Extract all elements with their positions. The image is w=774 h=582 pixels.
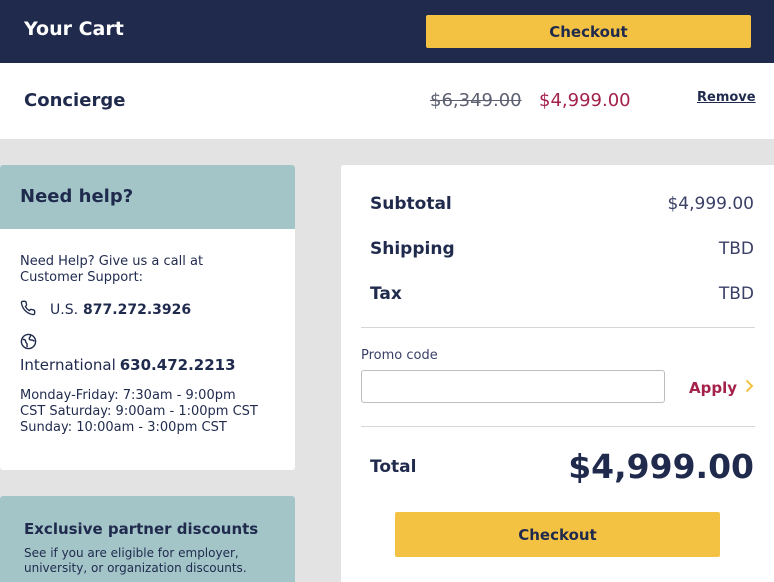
total-row: Total $4,999.00	[370, 447, 754, 486]
us-phone-row: U.S. 877.272.3926	[20, 300, 191, 320]
cart-item-row: Concierge $6,349.00 $4,999.00 Remove	[0, 63, 774, 139]
shipping-row: Shipping TBD	[370, 239, 754, 259]
cart-item-name: Concierge	[24, 90, 126, 111]
subtotal-label: Subtotal	[370, 194, 452, 214]
order-summary: Subtotal $4,999.00 Shipping TBD Tax TBD …	[341, 165, 774, 582]
remove-link[interactable]: Remove	[697, 90, 756, 105]
help-card: Need help? Need Help? Give us a call at …	[0, 165, 295, 470]
partner-text: See if you are eligible for employer, un…	[24, 546, 247, 575]
promo-label: Promo code	[361, 348, 438, 363]
shipping-label: Shipping	[370, 239, 455, 259]
support-hours: Monday-Friday: 7:30am - 9:00pm CST Satur…	[20, 388, 258, 435]
help-heading: Need help?	[20, 186, 134, 207]
apply-label: Apply	[689, 379, 738, 397]
tax-label: Tax	[370, 284, 402, 304]
total-value: $4,999.00	[568, 447, 754, 486]
help-header: Need help?	[0, 165, 295, 229]
help-intro: Need Help? Give us a call at Customer Su…	[20, 254, 204, 285]
phone-icon	[20, 300, 36, 320]
divider	[361, 426, 755, 427]
shipping-value: TBD	[718, 239, 754, 259]
intl-label: International	[20, 356, 116, 374]
divider	[361, 327, 755, 328]
original-price: $6,349.00	[430, 90, 522, 111]
tax-value: TBD	[718, 284, 754, 304]
subtotal-row: Subtotal $4,999.00	[370, 194, 754, 214]
us-label: U.S.	[50, 302, 79, 318]
promo-code-input[interactable]	[361, 370, 665, 403]
chevron-right-icon	[737, 379, 754, 397]
tax-row: Tax TBD	[370, 284, 754, 304]
intl-phone-number[interactable]: 630.472.2213	[120, 356, 236, 374]
partner-heading: Exclusive partner discounts	[24, 520, 259, 538]
header-bar: Your Cart Checkout	[0, 0, 774, 63]
checkout-button-bottom[interactable]: Checkout	[395, 512, 720, 557]
sale-price: $4,999.00	[539, 90, 631, 111]
us-phone-number[interactable]: 877.272.3926	[83, 302, 191, 318]
page-title: Your Cart	[24, 18, 124, 40]
partner-discounts-card[interactable]: Exclusive partner discounts See if you a…	[0, 496, 295, 582]
apply-button[interactable]: Apply	[689, 379, 754, 397]
globe-icon	[20, 333, 37, 354]
total-label: Total	[370, 456, 417, 477]
intl-phone-row: International 630.472.2213	[20, 356, 236, 374]
checkout-button-top[interactable]: Checkout	[426, 15, 751, 48]
subtotal-value: $4,999.00	[667, 194, 754, 214]
